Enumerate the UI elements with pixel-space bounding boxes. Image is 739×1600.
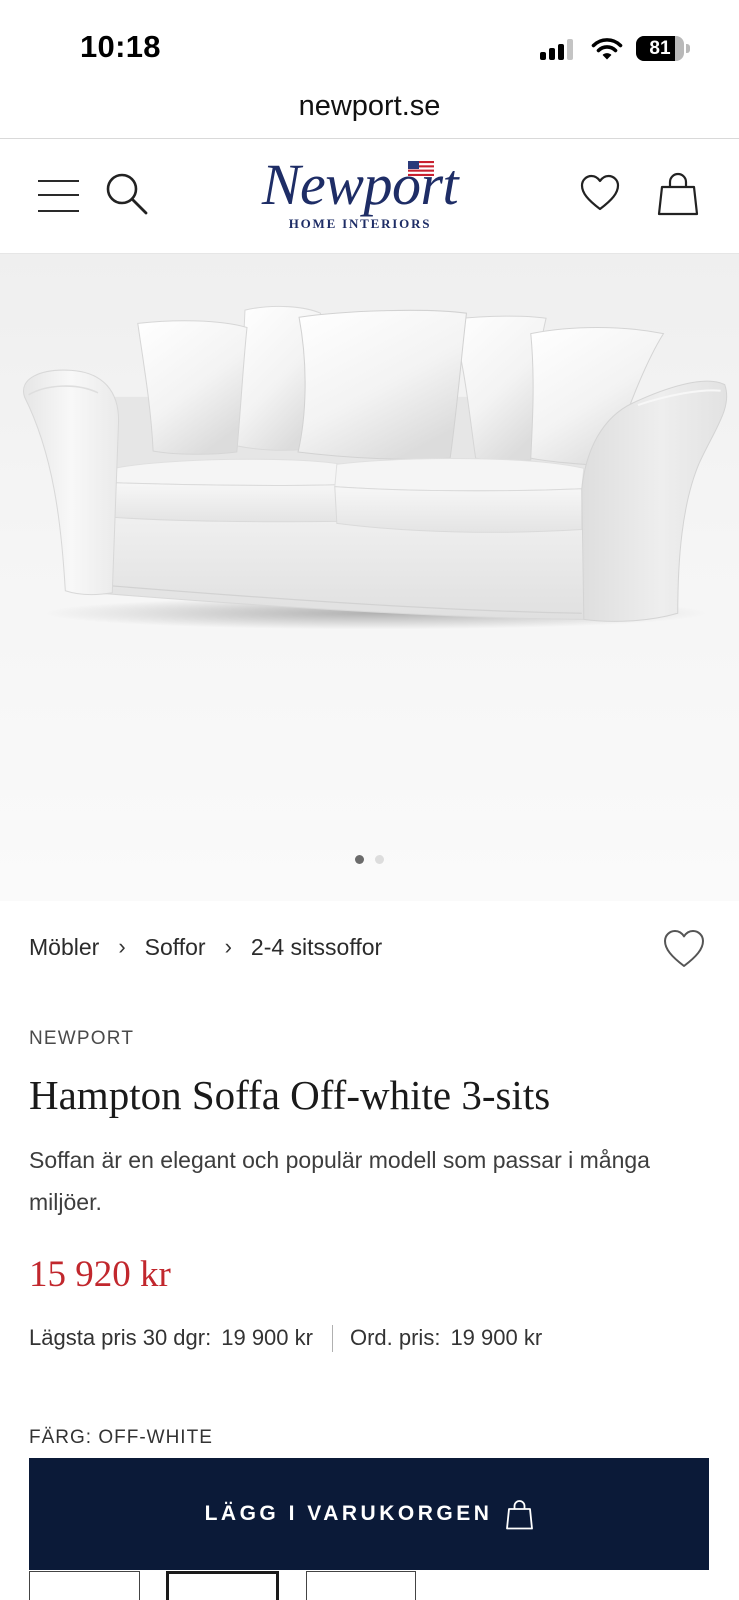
logo-tagline: HOME INTERIORS <box>288 216 432 231</box>
wifi-icon <box>591 38 623 60</box>
add-to-cart-button[interactable]: LÄGG I VARUKORGEN <box>29 1458 709 1570</box>
battery-level: 81 <box>649 38 671 59</box>
add-to-cart-label: LÄGG I VARUKORGEN <box>204 1502 493 1525</box>
variant-option[interactable] <box>29 1571 140 1600</box>
status-bar: 10:18 81 <box>0 0 739 82</box>
ordinary-price-label: Ord. pris: <box>349 1325 441 1350</box>
price-history: Lägsta pris 30 dgr: 19 900 kr Ord. pris:… <box>29 1323 542 1353</box>
shopping-bag-icon <box>506 1499 534 1529</box>
pagination-dot[interactable] <box>375 855 384 864</box>
heart-icon[interactable] <box>580 174 620 212</box>
breadcrumb-item-mobler[interactable]: Möbler <box>29 932 99 962</box>
variant-option[interactable] <box>166 1571 279 1600</box>
site-header: Newport HOME INTERIORS <box>0 139 739 254</box>
cellular-signal-icon <box>540 38 576 60</box>
pagination-dot[interactable] <box>355 855 364 864</box>
add-to-wishlist-heart-icon[interactable] <box>663 929 705 969</box>
ordinary-price-value: 19 900 kr <box>450 1325 543 1350</box>
status-time: 10:18 <box>80 29 161 64</box>
lowest-price-value: 19 900 kr <box>221 1325 313 1350</box>
product-description: Soffan är en elegant och populär modell … <box>29 1147 650 1215</box>
breadcrumb-separator: › <box>224 934 232 959</box>
search-icon[interactable] <box>105 172 149 216</box>
breadcrumb: Möbler › Soffor › 2-4 sitssoffor <box>29 932 382 962</box>
lowest-price-label: Lägsta pris 30 dgr: <box>29 1325 212 1350</box>
breadcrumb-item-soffor[interactable]: Soffor <box>145 932 206 962</box>
battery-icon: 81 <box>636 36 684 61</box>
browser-address-bar[interactable]: newport.se <box>0 82 739 139</box>
breadcrumb-item-2-4-sitssoffor[interactable]: 2-4 sitssoffor <box>251 932 382 962</box>
product-image-sofa[interactable] <box>0 254 739 901</box>
color-label: FÄRG: OFF-WHITE <box>29 1427 213 1448</box>
variant-option[interactable] <box>306 1571 416 1600</box>
product-title: Hampton Soffa Off-white 3-sits <box>29 1072 551 1118</box>
battery-nub <box>686 44 690 53</box>
us-flag-icon <box>408 161 434 176</box>
product-brand[interactable]: NEWPORT <box>29 1027 134 1051</box>
site-logo[interactable]: Newport HOME INTERIORS <box>249 153 471 243</box>
shopping-bag-icon[interactable] <box>657 172 699 216</box>
menu-icon[interactable] <box>38 177 79 213</box>
price-divider <box>331 1324 333 1352</box>
product-price: 15 920 kr <box>29 1254 171 1295</box>
logo-wordmark[interactable]: Newport <box>249 153 471 217</box>
product-image-gallery[interactable] <box>0 254 739 901</box>
url-text[interactable]: newport.se <box>0 88 739 124</box>
gallery-pagination <box>0 855 739 864</box>
breadcrumb-separator: › <box>118 934 126 959</box>
variant-options <box>29 1571 429 1600</box>
